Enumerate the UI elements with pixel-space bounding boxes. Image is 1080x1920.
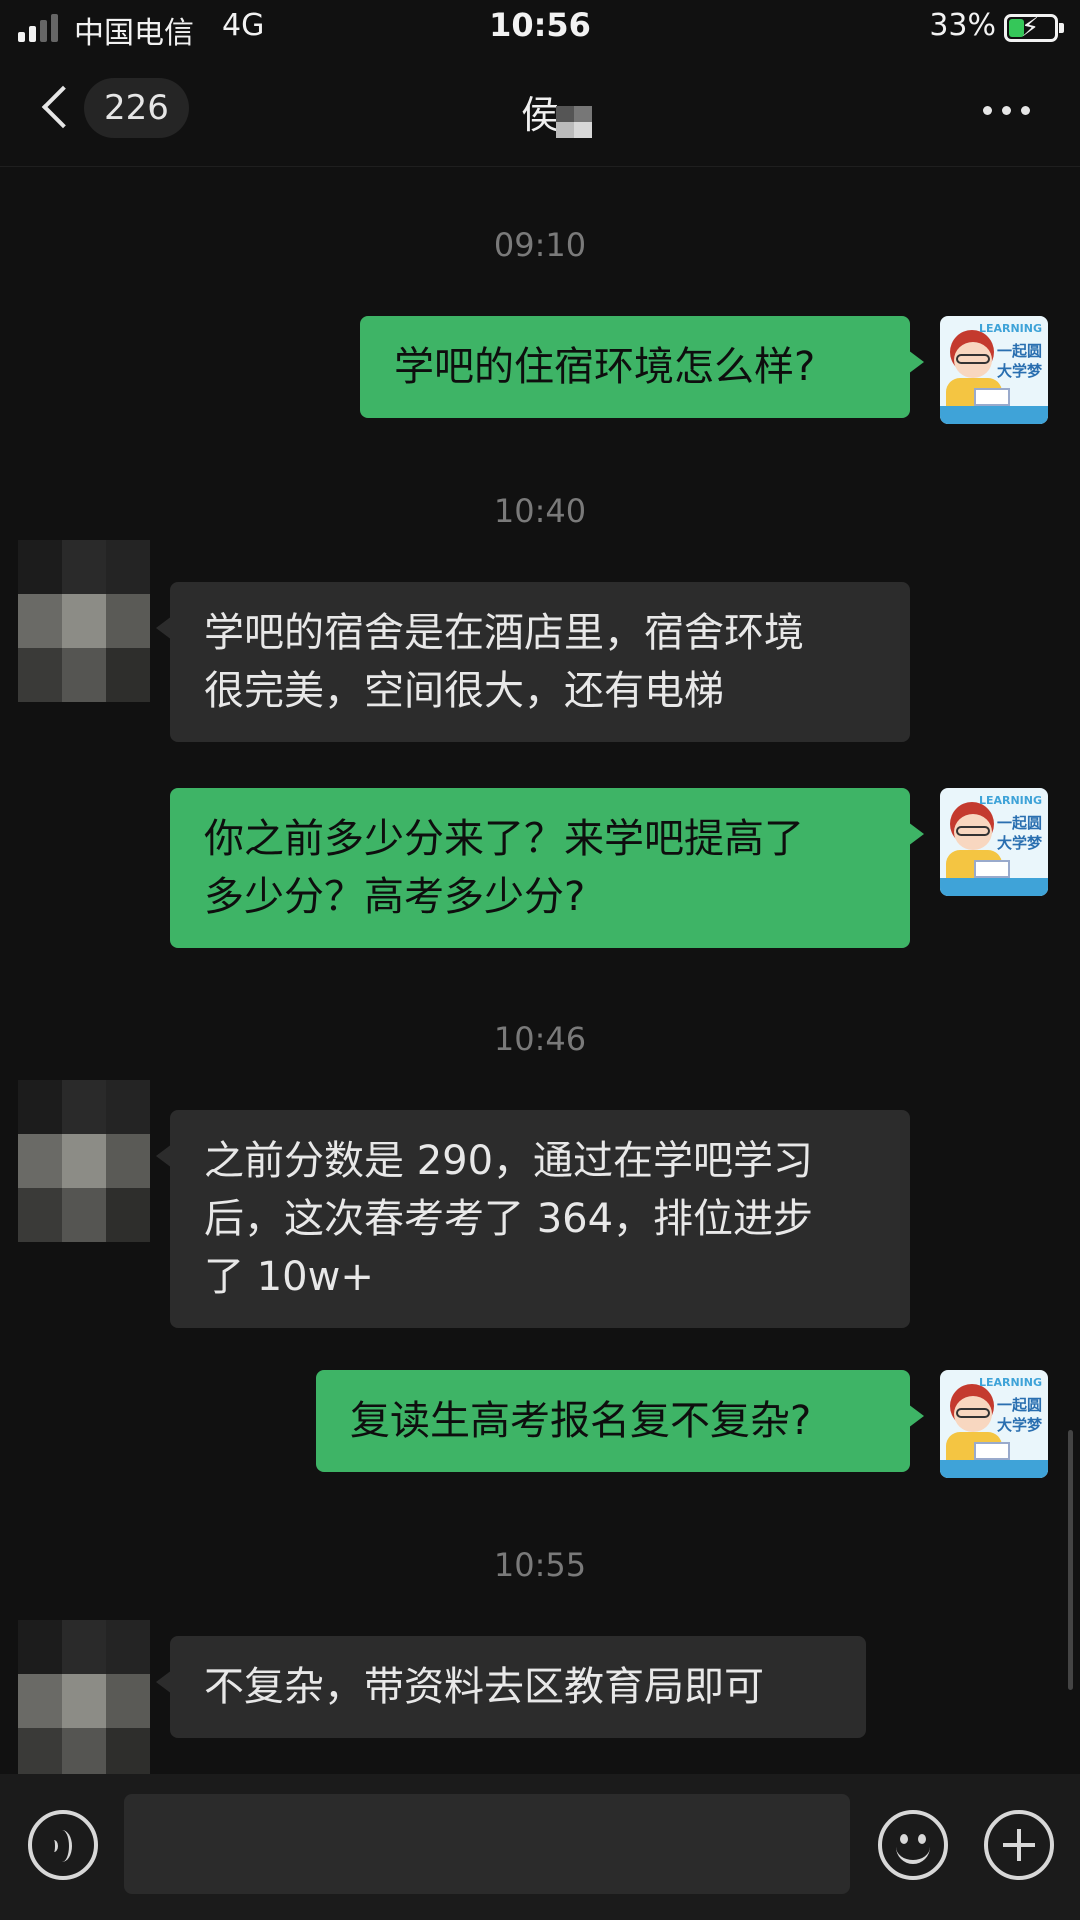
message-text-line: 多少分？高考多少分? <box>204 874 586 920</box>
battery-percent: 33% <box>929 8 996 43</box>
message-text-line: 很完美，空间很大，还有电梯 <box>204 668 724 714</box>
message-text-line: 后，这次春考考了 364，排位进步 <box>204 1196 814 1242</box>
message-timestamp: 10:55 <box>493 1546 587 1584</box>
avatar-text-line: 大学梦 <box>996 1416 1042 1434</box>
status-time: 10:56 <box>489 6 591 44</box>
avatar-text-line: 大学梦 <box>996 834 1042 852</box>
message-text: 不复杂，带资料去区教育局即可 <box>204 1664 764 1710</box>
my-avatar[interactable]: LEARNING 一起圆 大学梦 <box>940 788 1048 896</box>
plus-icon[interactable] <box>984 1810 1054 1880</box>
message-timestamp: 10:40 <box>493 492 587 530</box>
message-text-line: 你之前多少分来了？来学吧提高了 <box>204 816 804 862</box>
my-avatar[interactable]: LEARNING 一起圆 大学梦 <box>940 1370 1048 1478</box>
scrollbar[interactable] <box>1068 1430 1073 1690</box>
emoji-icon[interactable] <box>878 1810 948 1880</box>
sent-message-bubble[interactable]: 学吧的住宿环境怎么样? <box>360 316 924 418</box>
more-dots-icon[interactable] <box>983 106 1030 115</box>
message-text-line: 了 10w+ <box>204 1254 374 1300</box>
contact-avatar[interactable] <box>18 1620 150 1782</box>
contact-avatar[interactable] <box>18 1080 150 1242</box>
message-text-line: 学吧的宿舍是在酒店里，宿舍环境 <box>204 610 804 656</box>
chat-screen: 中国电信 4G 10:56 33% ⚡ 226 侯 09:10 学吧的住宿环境怎… <box>0 0 1080 1920</box>
my-avatar[interactable]: LEARNING 一起圆 大学梦 <box>940 316 1048 424</box>
title-mosaic-redaction <box>556 106 592 138</box>
message-text-line: 之前分数是 290，通过在学吧学习 <box>204 1138 814 1184</box>
message-timestamp: 10:46 <box>493 1020 587 1058</box>
voice-icon[interactable] <box>28 1810 98 1880</box>
received-message-bubble[interactable]: 之前分数是 290，通过在学吧学习 后，这次春考考了 364，排位进步 了 10… <box>156 1110 910 1328</box>
message-input-bar <box>0 1774 1080 1920</box>
message-text: 学吧的住宿环境怎么样? <box>394 344 816 390</box>
avatar-tag-text: LEARNING <box>978 322 1042 335</box>
sent-message-bubble[interactable]: 你之前多少分来了？来学吧提高了 多少分？高考多少分? <box>170 788 924 948</box>
avatar-text-line: 一起圆 <box>996 814 1042 832</box>
charging-bolt-icon: ⚡ <box>1021 13 1040 43</box>
battery-icon: ⚡ <box>1004 13 1064 43</box>
message-text: 复读生高考报名复不复杂? <box>350 1398 812 1444</box>
message-input[interactable] <box>124 1794 850 1894</box>
avatar-tag-text: LEARNING <box>978 794 1042 807</box>
received-message-bubble[interactable]: 不复杂，带资料去区教育局即可 <box>156 1636 866 1738</box>
avatar-text-line: 一起圆 <box>996 1396 1042 1414</box>
sent-message-bubble[interactable]: 复读生高考报名复不复杂? <box>316 1370 924 1472</box>
chat-header: 226 侯 <box>0 56 1080 166</box>
avatar-text-line: 大学梦 <box>996 362 1042 380</box>
avatar-tag-text: LEARNING <box>978 1376 1042 1389</box>
status-bar: 中国电信 4G 10:56 33% ⚡ <box>0 0 1080 56</box>
message-timestamp: 09:10 <box>493 226 587 264</box>
header-divider <box>0 166 1080 167</box>
received-message-bubble[interactable]: 学吧的宿舍是在酒店里，宿舍环境 很完美，空间很大，还有电梯 <box>156 582 910 742</box>
chat-title: 侯 <box>520 93 559 137</box>
avatar-text-line: 一起圆 <box>996 342 1042 360</box>
contact-avatar[interactable] <box>18 540 150 702</box>
